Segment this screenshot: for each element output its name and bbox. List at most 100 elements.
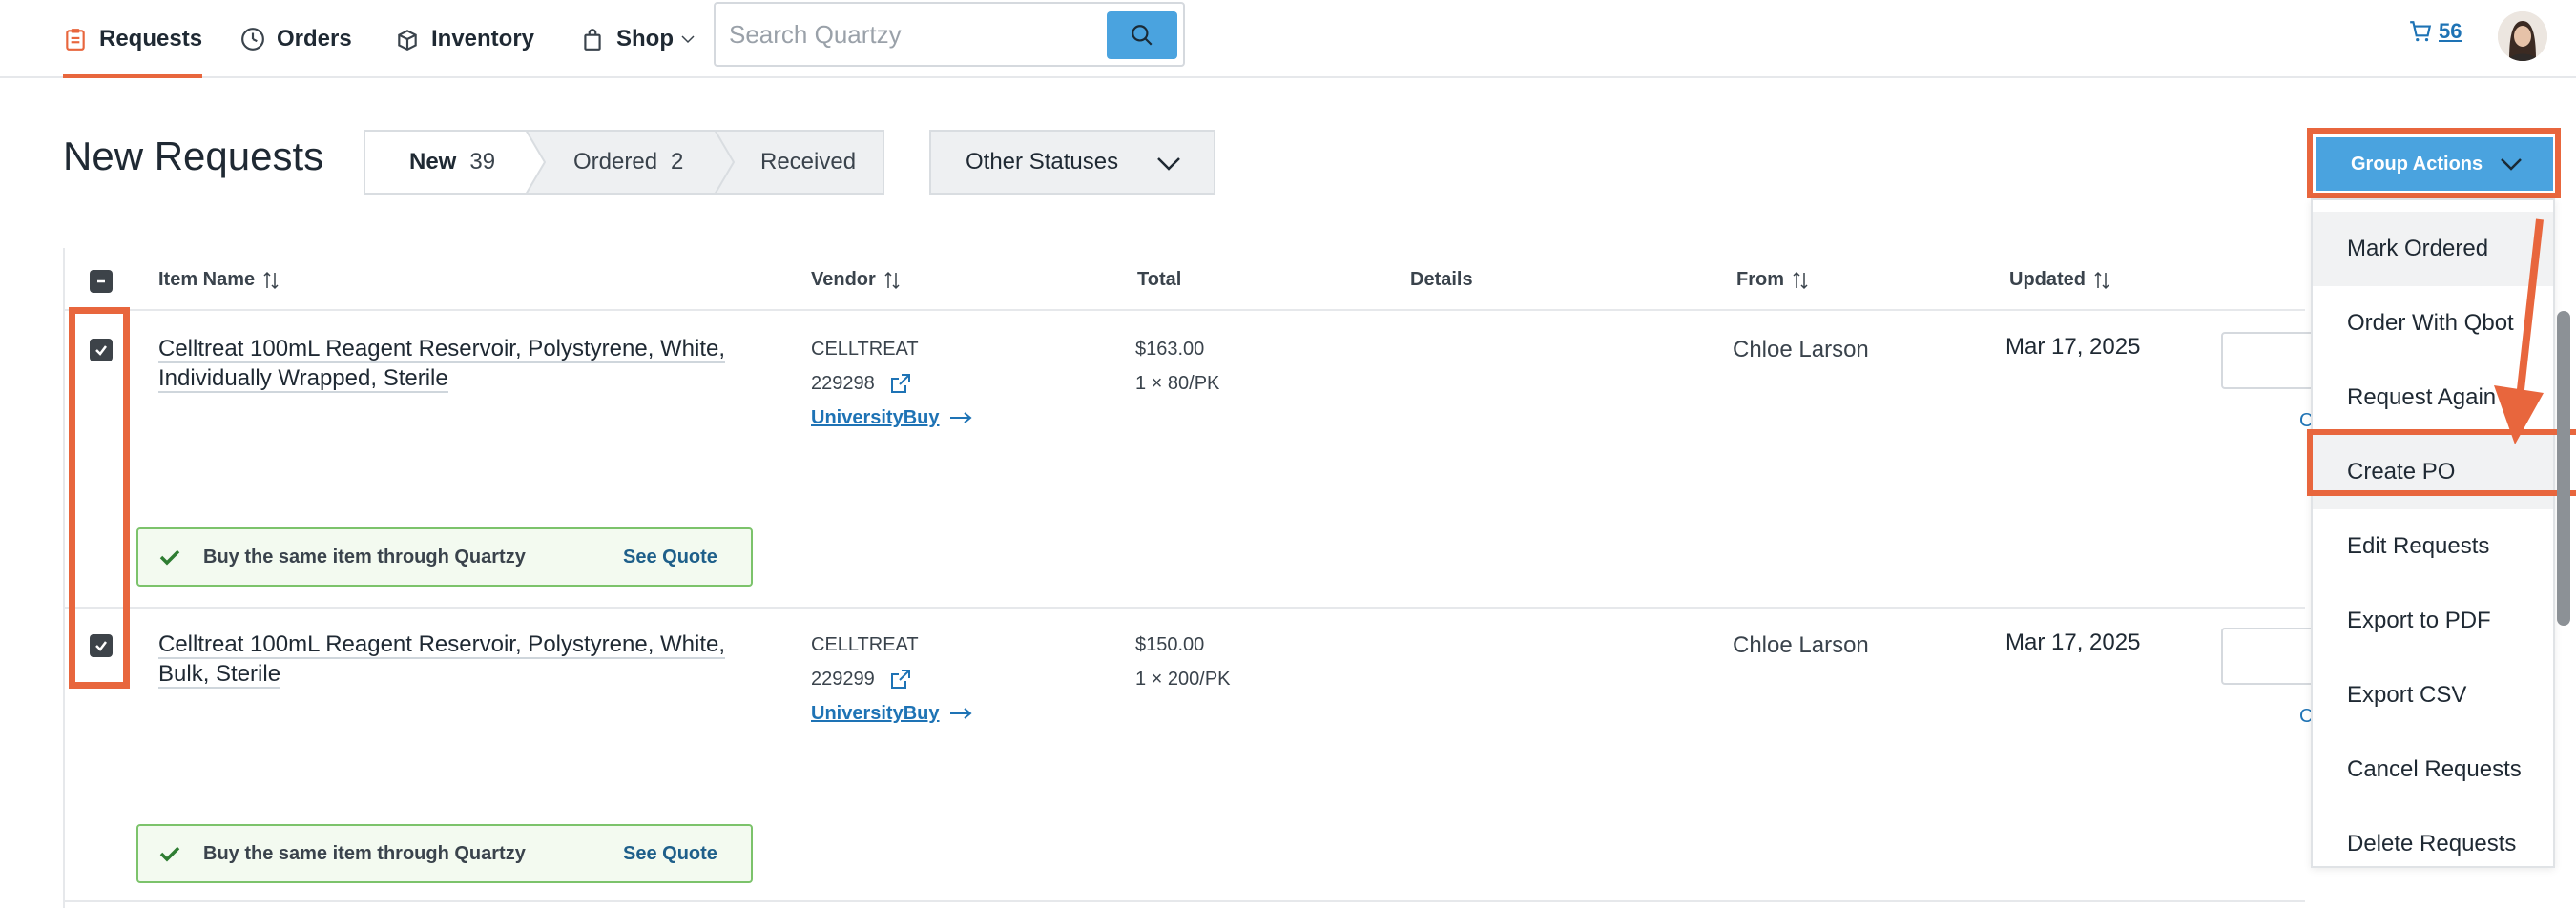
quote-banner-text: Buy the same item through Quartzy (203, 842, 526, 864)
column-header-label: Updated (2009, 269, 2086, 290)
column-header-vendor[interactable]: Vendor (811, 269, 901, 291)
group-actions-highlight (2307, 128, 2561, 198)
row-divider (63, 900, 2305, 902)
column-header-item-name[interactable]: Item Name (158, 269, 280, 291)
see-quote-link[interactable]: See Quote (623, 843, 717, 865)
annotation-arrow (2494, 218, 2544, 444)
column-header-label: Item Name (158, 269, 256, 290)
quote-banner: Buy the same item through Quartzy See Qu… (136, 824, 753, 883)
arrow-right-icon (949, 412, 972, 423)
menu-item-cancel-requests[interactable]: Cancel Requests (2313, 733, 2553, 807)
vendor-sku: 229299 (811, 662, 972, 696)
menu-item-delete-requests[interactable]: Delete Requests (2313, 807, 2553, 881)
column-header-from[interactable]: From (1736, 269, 1809, 291)
vendor-cell: CELLTREAT 229299 UniversityBuy (811, 628, 972, 731)
requested-by: Chloe Larson (1733, 632, 1869, 658)
minus-icon (97, 279, 105, 283)
column-header-label: Total (1137, 269, 1182, 290)
bag-icon (584, 29, 601, 51)
other-statuses-label: Other Statuses (966, 149, 1119, 175)
column-header-label: From (1736, 269, 1784, 290)
nav-orders-label: Orders (277, 26, 352, 52)
checkbox-highlight (69, 307, 130, 689)
vendor-cell: CELLTREAT 229298 UniversityBuy (811, 332, 972, 435)
arrow-right-icon (949, 708, 972, 719)
menu-item-export-csv[interactable]: Export CSV (2313, 658, 2553, 733)
column-header-updated[interactable]: Updated (2009, 269, 2110, 291)
tab-ordered-label: Ordered (573, 149, 658, 175)
pack-size: 1 × 80/PK (1135, 373, 1220, 394)
nav-inventory[interactable]: Inventory (395, 0, 534, 78)
sort-icon (263, 271, 279, 289)
quote-banner-text: Buy the same item through Quartzy (203, 546, 526, 568)
tab-received[interactable]: Received (715, 130, 884, 195)
search-button[interactable] (1107, 11, 1177, 59)
table-header-divider (63, 309, 2305, 311)
updated-date: Mar 17, 2025 (2005, 629, 2141, 655)
nav-inventory-label: Inventory (431, 26, 535, 52)
clock-icon (241, 28, 264, 51)
item-name-link[interactable]: Celltreat 100mL Reagent Reservoir, Polys… (158, 629, 731, 689)
tab-new[interactable]: New 39 (364, 130, 547, 195)
tab-new-label: New (409, 149, 457, 175)
total-cell: $163.00 1 × 80/PK (1135, 332, 1219, 401)
nav-orders[interactable]: Orders (240, 0, 352, 78)
select-all-checkbox[interactable] (90, 270, 113, 293)
top-navigation: Requests Orders Inventory Shop 56 (0, 0, 2576, 78)
tab-new-count: 39 (469, 149, 496, 175)
vendor-sku: 229298 (811, 366, 972, 401)
avatar-image (2498, 11, 2547, 61)
quote-banner: Buy the same item through Quartzy See Qu… (136, 527, 753, 587)
item-name-link[interactable]: Celltreat 100mL Reagent Reservoir, Polys… (158, 334, 731, 393)
nav-requests[interactable]: Requests (63, 0, 202, 78)
other-statuses-dropdown[interactable]: Other Statuses (929, 130, 1215, 195)
sku-value: 229299 (811, 669, 875, 690)
external-link-icon[interactable] (890, 669, 911, 690)
chevron-down-icon (681, 35, 695, 44)
universitybuy-link[interactable]: UniversityBuy (811, 696, 972, 731)
vendor-name: CELLTREAT (811, 634, 919, 655)
menu-item-export-pdf[interactable]: Export to PDF (2313, 584, 2553, 658)
price: $150.00 (1135, 634, 1205, 655)
item-name: Celltreat 100mL Reagent Reservoir, Polys… (158, 336, 726, 393)
sort-icon (884, 271, 900, 289)
sort-icon (1793, 271, 1808, 289)
universitybuy-link[interactable]: UniversityBuy (811, 401, 972, 435)
nav-shop-label: Shop (616, 26, 674, 52)
column-header-total: Total (1137, 269, 1181, 291)
see-quote-link[interactable]: See Quote (623, 547, 717, 568)
tab-ordered[interactable]: Ordered 2 (526, 130, 736, 195)
item-name: Celltreat 100mL Reagent Reservoir, Polys… (158, 631, 726, 689)
sku-value: 229298 (811, 373, 875, 394)
check-icon (159, 549, 180, 566)
search-input[interactable] (729, 13, 1082, 55)
total-cell: $150.00 1 × 200/PK (1135, 628, 1231, 696)
cart-count: 56 (2439, 19, 2462, 43)
cart-link[interactable]: 56 (2408, 19, 2462, 44)
price: $163.00 (1135, 339, 1205, 360)
updated-date: Mar 17, 2025 (2005, 334, 2141, 360)
row-divider (63, 607, 2305, 609)
box-icon (398, 30, 417, 52)
search-icon (1132, 25, 1153, 46)
tab-ordered-count: 2 (671, 149, 684, 175)
avatar[interactable] (2498, 11, 2547, 61)
menu-item-edit-requests[interactable]: Edit Requests (2313, 509, 2553, 584)
clipboard-icon (66, 29, 85, 51)
page-title: New Requests (63, 134, 324, 178)
external-link-icon[interactable] (890, 373, 911, 394)
nav-shop[interactable]: Shop (580, 0, 696, 78)
requested-by: Chloe Larson (1733, 337, 1869, 362)
search-bar (714, 2, 1185, 67)
tab-received-label: Received (760, 149, 857, 175)
sort-icon (2094, 271, 2109, 289)
column-header-label: Vendor (811, 269, 876, 290)
tab-separator (526, 130, 547, 195)
chevron-down-icon (1157, 157, 1180, 171)
universitybuy-label: UniversityBuy (811, 407, 940, 428)
scrollbar[interactable] (2557, 311, 2570, 626)
pack-size: 1 × 200/PK (1135, 669, 1231, 690)
vendor-name: CELLTREAT (811, 339, 919, 360)
universitybuy-label: UniversityBuy (811, 703, 940, 724)
column-header-label: Details (1410, 269, 1473, 290)
